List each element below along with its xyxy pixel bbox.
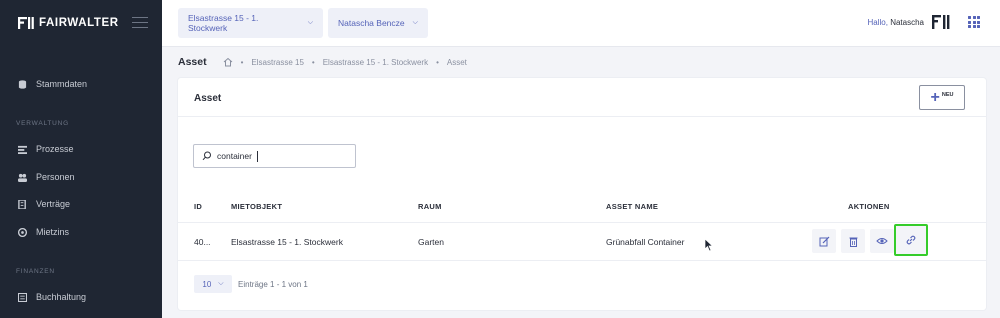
column-header-id[interactable]: ID xyxy=(194,202,202,211)
cell-raum: Garten xyxy=(418,237,444,247)
search-input[interactable]: container xyxy=(193,144,356,168)
column-header-aktionen: AKTIONEN xyxy=(848,202,890,211)
sidebar-item-label: Stammdaten xyxy=(36,79,88,89)
breadcrumb-separator: • xyxy=(436,57,439,67)
column-header-raum[interactable]: RAUM xyxy=(418,202,442,211)
property-select-value: Elsastrasse 15 - 1. Stockwerk xyxy=(188,13,259,33)
breadcrumb-item[interactable]: Elsastrasse 15 - 1. Stockwerk xyxy=(323,58,428,67)
search-value: container xyxy=(217,151,252,161)
divider xyxy=(178,222,986,223)
view-icon xyxy=(876,238,888,244)
fairwalter-logo-icon xyxy=(18,17,34,29)
delete-icon xyxy=(849,237,857,247)
card-title: Asset xyxy=(194,93,222,104)
property-select[interactable]: Elsastrasse 15 - 1. Stockwerk ⌵ xyxy=(178,8,323,38)
plus-icon: + xyxy=(930,88,940,106)
chevron-down-icon: ⌵ xyxy=(218,280,224,287)
brand-name: FAIRWALTER xyxy=(39,17,119,29)
link-button[interactable] xyxy=(894,224,928,256)
column-header-mietobjekt[interactable]: MIETOBJEKT xyxy=(231,202,282,211)
chevron-down-icon: ⌵ xyxy=(412,19,418,26)
sidebar-item-mietzins[interactable]: Mietzins xyxy=(18,227,69,237)
top-bar: Elsastrasse 15 - 1. Stockwerk ⌵ Natascha… xyxy=(162,0,1000,47)
view-button[interactable] xyxy=(870,229,894,253)
column-header-asset-name[interactable]: ASSET NAME xyxy=(606,202,658,211)
cell-asset-name: Grünabfall Container xyxy=(606,237,685,247)
process-icon xyxy=(18,145,27,154)
person-select-value: Natascha Bencze xyxy=(338,18,405,28)
database-icon xyxy=(18,79,27,89)
breadcrumb: Asset • Elsastrasse 15 • Elsastrasse 15 … xyxy=(178,56,467,68)
asset-card: Asset + NEU container ID MIETOBJEKT RAUM… xyxy=(178,78,986,310)
user-name: Natascha xyxy=(890,18,924,27)
edit-icon xyxy=(819,236,829,246)
sidebar-item-label: Buchhaltung xyxy=(36,292,87,302)
cell-mietobjekt: Elsastrasse 15 - 1. Stockwerk xyxy=(231,237,343,247)
menu-toggle-icon[interactable] xyxy=(132,17,148,29)
divider xyxy=(178,260,986,261)
apps-grid-icon[interactable] xyxy=(968,16,980,28)
page-size-value: 10 xyxy=(202,279,212,289)
new-button-label: NEU xyxy=(941,91,954,98)
page-title: Asset xyxy=(178,56,207,68)
sidebar-item-personen[interactable]: Personen xyxy=(18,172,75,182)
fairwalter-mark-icon[interactable] xyxy=(932,13,950,31)
link-icon xyxy=(906,235,916,245)
sidebar-item-label: Personen xyxy=(36,172,75,182)
people-icon xyxy=(18,173,27,182)
new-asset-button[interactable]: + NEU xyxy=(919,85,965,110)
sidebar-item-vertraege[interactable]: Verträge xyxy=(18,199,70,209)
greeting-text: Hallo, xyxy=(867,18,888,27)
brand-logo[interactable]: FAIRWALTER xyxy=(18,15,119,31)
mouse-cursor-icon xyxy=(704,238,714,252)
coins-icon xyxy=(18,227,27,237)
delete-button[interactable] xyxy=(841,229,865,253)
chevron-down-icon: ⌵ xyxy=(307,19,313,26)
page-size-select[interactable]: 10 ⌵ xyxy=(194,275,232,293)
section-label-finanzen: FINANZEN xyxy=(16,268,55,275)
section-label-verwaltung: VERWALTUNG xyxy=(16,120,70,127)
sidebar-item-label: Verträge xyxy=(36,199,71,209)
sidebar: FAIRWALTER Stammdaten VERWALTUNG Prozess… xyxy=(0,0,162,318)
person-select[interactable]: Natascha Bencze ⌵ xyxy=(328,8,428,38)
ledger-icon xyxy=(18,292,27,302)
sidebar-item-label: Prozesse xyxy=(36,144,74,154)
breadcrumb-item[interactable]: Elsastrasse 15 xyxy=(251,58,303,67)
breadcrumb-item: Asset xyxy=(446,57,467,67)
home-icon[interactable] xyxy=(223,57,233,67)
sidebar-item-label: Mietzins xyxy=(36,227,70,237)
sidebar-item-prozesse[interactable]: Prozesse xyxy=(18,144,74,154)
sidebar-item-stammdaten[interactable]: Stammdaten xyxy=(18,79,87,89)
divider xyxy=(178,116,986,117)
breadcrumb-separator: • xyxy=(240,57,244,67)
contract-icon xyxy=(18,199,26,209)
sidebar-item-buchhaltung[interactable]: Buchhaltung xyxy=(18,292,86,302)
search-icon xyxy=(202,151,211,161)
breadcrumb-separator: • xyxy=(311,57,315,67)
cell-id: 40... xyxy=(194,237,211,247)
user-greeting: Hallo, Natascha xyxy=(868,18,924,27)
entries-info: Einträge 1 - 1 von 1 xyxy=(238,280,308,289)
text-caret xyxy=(256,150,258,162)
edit-button[interactable] xyxy=(812,229,836,253)
